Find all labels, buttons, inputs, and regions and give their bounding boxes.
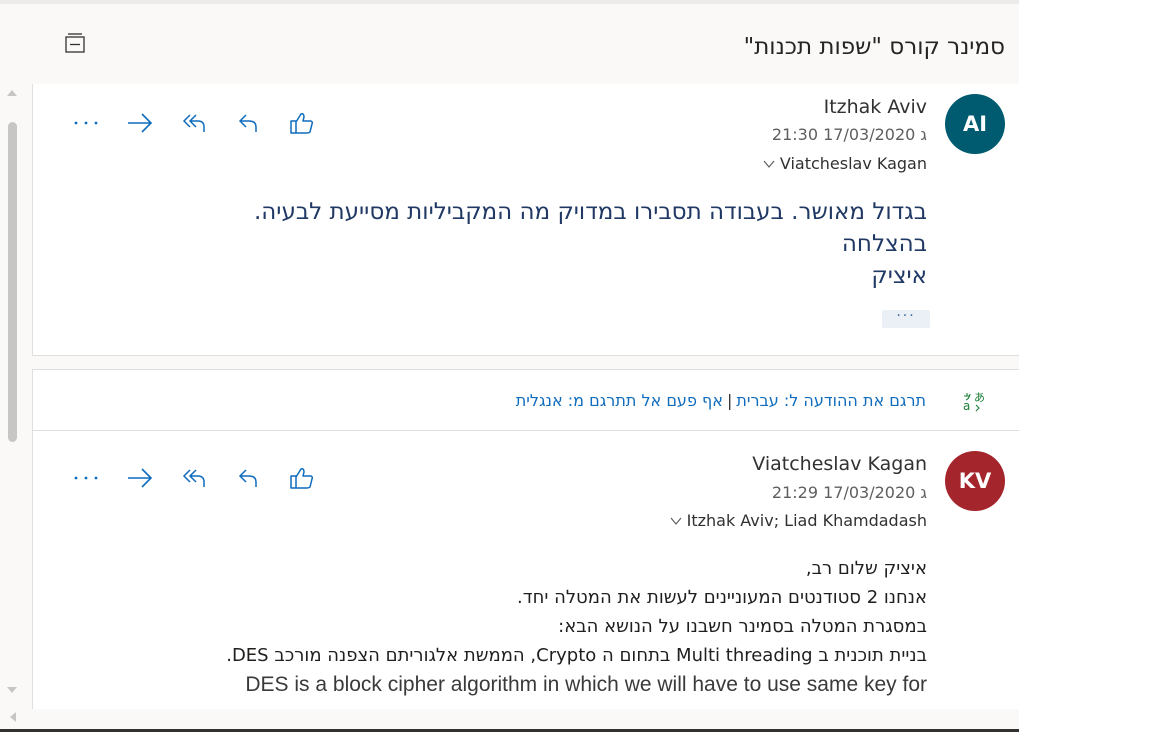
reply-icon xyxy=(238,469,257,487)
body-line-english: DES is a block cipher algorithm in which… xyxy=(245,673,927,696)
reply-all-button[interactable] xyxy=(167,463,221,493)
avatar[interactable]: AI xyxy=(945,94,1005,154)
body-line: בגדול מאושר. בעבודה תסבירו במדויק מה המק… xyxy=(253,199,927,225)
show-quoted-text-button[interactable]: ··· xyxy=(882,309,930,328)
thread-subject: סמינר קורס "שפות תכנות" xyxy=(743,34,1005,60)
like-button[interactable] xyxy=(275,463,329,493)
message-actions xyxy=(59,463,329,493)
sender-name[interactable]: Itzhak Aviv xyxy=(824,96,927,118)
translate-message-link[interactable]: תרגם את ההודעה ל: עברית xyxy=(736,391,926,410)
message-card-itzhak[interactable]: AI Itzhak Aviv ג 17/03/2020 21:30 Viatch… xyxy=(32,84,1019,356)
reply-all-button[interactable] xyxy=(167,108,221,138)
chevron-down-icon[interactable] xyxy=(762,157,776,171)
message-card-viatcheslav[interactable]: תרגם את ההודעה ל: עברית|אף פעם אל תתרגם … xyxy=(32,369,1019,709)
scroll-up-arrow-icon[interactable] xyxy=(7,90,17,96)
forward-button[interactable] xyxy=(113,463,167,493)
scroll-down-arrow-icon[interactable] xyxy=(7,687,17,693)
message-actions xyxy=(59,108,329,138)
translate-icon: a あ xyxy=(963,389,987,413)
more-actions-button[interactable] xyxy=(59,108,113,138)
body-line: במסגרת המטלה בסמינר חשבנו על הנושא הבא: xyxy=(558,616,927,637)
chevron-down-icon[interactable] xyxy=(669,514,683,528)
recipients: Itzhak Aviv; Liad Khamdadash xyxy=(686,511,927,530)
avatar-initials: AI xyxy=(962,112,988,136)
reading-pane: סמינר קורס "שפות תכנות" AI Itzhak Aviv ג… xyxy=(0,0,1019,732)
more-actions-button[interactable] xyxy=(59,463,113,493)
separator: | xyxy=(726,391,733,410)
forward-icon xyxy=(128,468,153,488)
message-body: בגדול מאושר. בעבודה תסבירו במדויק מה המק… xyxy=(254,196,927,292)
body-line: איציק xyxy=(871,263,927,289)
svg-text:あ: あ xyxy=(974,391,985,404)
body-line: איציק שלום רב, xyxy=(805,558,927,579)
svg-text:a: a xyxy=(963,399,970,413)
message-date: ג 17/03/2020 21:29 xyxy=(771,483,927,502)
forward-icon xyxy=(128,113,153,133)
reply-button[interactable] xyxy=(221,108,275,138)
translation-bar: תרגם את ההודעה ל: עברית|אף פעם אל תתרגם … xyxy=(33,370,1019,431)
forward-button[interactable] xyxy=(113,108,167,138)
body-line: אנחנו 2 סטודנטים המעוניינים לעשות את המט… xyxy=(517,587,927,608)
like-icon xyxy=(290,468,314,489)
recipients: Viatcheslav Kagan xyxy=(779,154,927,173)
recipients-line[interactable]: Itzhak Aviv; Liad Khamdadash xyxy=(669,511,927,530)
collapse-all-icon[interactable] xyxy=(64,31,86,55)
never-translate-link[interactable]: אף פעם אל תתרגם מ: אנגלית xyxy=(516,391,723,410)
avatar-initials: KV xyxy=(958,469,992,493)
reply-button[interactable] xyxy=(221,463,275,493)
message-body: איציק שלום רב, אנחנו 2 סטודנטים המעוניינ… xyxy=(226,554,927,699)
scrollbar-thumb[interactable] xyxy=(8,122,17,442)
body-line: בהצלחה xyxy=(841,231,927,257)
avatar[interactable]: KV xyxy=(945,451,1005,511)
thread-header: סמינר קורס "שפות תכנות" xyxy=(0,4,1019,82)
message-date: ג 17/03/2020 21:30 xyxy=(771,125,927,144)
scroll-left-arrow-icon[interactable] xyxy=(10,712,16,722)
recipients-line[interactable]: Viatcheslav Kagan xyxy=(762,154,927,173)
vertical-scrollbar[interactable] xyxy=(0,84,24,704)
reply-icon xyxy=(238,114,257,132)
body-line: בניית תוכנית ב Multi threading בתחום ה C… xyxy=(226,645,927,666)
translation-options: תרגם את ההודעה ל: עברית|אף פעם אל תתרגם … xyxy=(516,391,926,410)
reply-all-icon xyxy=(182,469,205,487)
sender-name[interactable]: Viatcheslav Kagan xyxy=(752,453,927,475)
more-icon xyxy=(74,476,98,480)
more-icon xyxy=(74,121,98,125)
like-button[interactable] xyxy=(275,108,329,138)
reply-all-icon xyxy=(182,114,205,132)
like-icon xyxy=(290,113,314,134)
